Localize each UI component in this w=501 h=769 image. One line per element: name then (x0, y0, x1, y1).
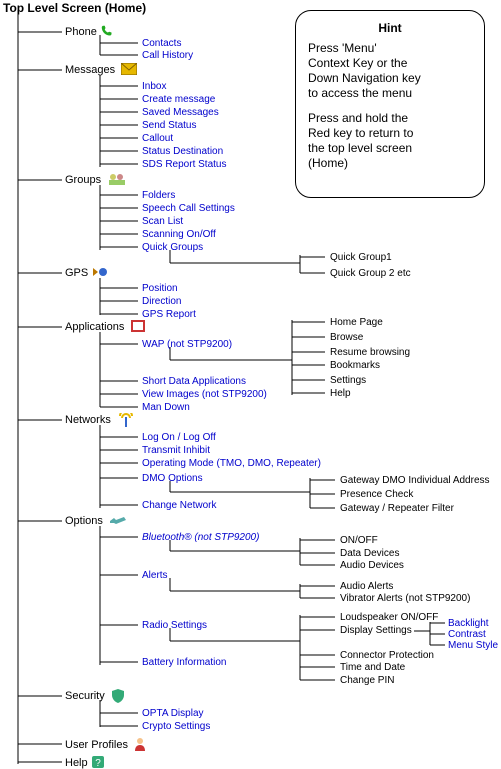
leaf-wap-home: Home Page (330, 317, 383, 329)
link-radio-settings[interactable]: Radio Settings (142, 620, 207, 632)
section-gps[interactable]: GPS (65, 267, 88, 279)
leaf-audio-alerts: Audio Alerts (340, 581, 393, 593)
hint-text-2d: (Home) (308, 156, 472, 171)
link-create-message[interactable]: Create message (142, 94, 215, 106)
leaf-connector-protection: Connector Protection (340, 650, 434, 662)
user-icon (134, 737, 148, 749)
leaf-quick-group-1: Quick Group1 (330, 252, 392, 264)
link-dmo-options[interactable]: DMO Options (142, 473, 203, 485)
section-options[interactable]: Options (65, 515, 103, 527)
hint-text-1a: Press 'Menu' (308, 41, 472, 56)
section-messages[interactable]: Messages (65, 64, 115, 76)
link-folders[interactable]: Folders (142, 190, 175, 202)
link-man-down[interactable]: Man Down (142, 402, 190, 414)
leaf-time-date: Time and Date (340, 662, 405, 674)
satellite-icon (92, 266, 106, 278)
leaf-wap-browse: Browse (330, 332, 363, 344)
link-opta-display[interactable]: OPTA Display (142, 708, 204, 720)
link-quick-groups[interactable]: Quick Groups (142, 242, 203, 254)
link-call-history[interactable]: Call History (142, 50, 193, 62)
section-networks[interactable]: Networks (65, 414, 111, 426)
section-phone[interactable]: Phone (65, 26, 97, 38)
wrench-icon (110, 516, 124, 528)
section-help[interactable]: Help (65, 757, 88, 769)
link-scan-list[interactable]: Scan List (142, 216, 183, 228)
link-inbox[interactable]: Inbox (142, 81, 166, 93)
leaf-wap-settings: Settings (330, 375, 366, 387)
help-icon: ? (92, 756, 106, 768)
hint-box: Hint Press 'Menu' Context Key or the Dow… (295, 10, 485, 198)
section-groups[interactable]: Groups (65, 174, 101, 186)
section-user-profiles[interactable]: User Profiles (65, 739, 128, 751)
link-sds-report[interactable]: SDS Report Status (142, 159, 226, 171)
groups-icon (108, 173, 122, 185)
link-callout[interactable]: Callout (142, 133, 173, 145)
link-send-status[interactable]: Send Status (142, 120, 196, 132)
link-scanning-onoff[interactable]: Scanning On/Off (142, 229, 216, 241)
leaf-menu-style[interactable]: Menu Style (448, 640, 498, 652)
hint-text-1d: to access the menu (308, 86, 472, 101)
link-speech-call-settings[interactable]: Speech Call Settings (142, 203, 235, 215)
apps-icon (131, 320, 145, 332)
section-applications[interactable]: Applications (65, 321, 124, 333)
link-transmit-inhibit[interactable]: Transmit Inhibit (142, 445, 210, 457)
link-view-images[interactable]: View Images (not STP9200) (142, 389, 267, 401)
leaf-vibrator-alerts: Vibrator Alerts (not STP9200) (340, 593, 470, 605)
link-operating-mode[interactable]: Operating Mode (TMO, DMO, Repeater) (142, 458, 321, 470)
leaf-dmo-presence: Presence Check (340, 489, 413, 501)
phone-icon (100, 25, 114, 37)
hint-title: Hint (308, 21, 472, 35)
hint-text-1b: Context Key or the (308, 56, 472, 71)
link-contacts[interactable]: Contacts (142, 38, 181, 50)
leaf-bt-audio: Audio Devices (340, 560, 404, 572)
link-wap[interactable]: WAP (not STP9200) (142, 339, 232, 351)
shield-icon (112, 689, 126, 701)
link-bluetooth[interactable]: Bluetooth® (not STP9200) (142, 532, 259, 544)
envelope-icon (121, 63, 135, 75)
leaf-display-settings: Display Settings (340, 625, 412, 637)
page-title: Top Level Screen (Home) (3, 2, 146, 14)
link-gps-report[interactable]: GPS Report (142, 309, 196, 321)
leaf-bt-data: Data Devices (340, 548, 399, 560)
hint-text-1c: Down Navigation key (308, 71, 472, 86)
hint-text-2a: Press and hold the (308, 111, 472, 126)
svg-text:?: ? (95, 758, 101, 768)
leaf-dmo-filter: Gateway / Repeater Filter (340, 503, 454, 515)
link-crypto-settings[interactable]: Crypto Settings (142, 721, 210, 733)
link-position[interactable]: Position (142, 283, 178, 295)
link-alerts[interactable]: Alerts (142, 570, 168, 582)
antenna-icon (118, 413, 132, 425)
leaf-dmo-gateway-addr: Gateway DMO Individual Address (340, 475, 490, 487)
leaf-loudspeaker: Loudspeaker ON/OFF (340, 612, 438, 624)
hint-text-2c: the top level screen (308, 141, 472, 156)
leaf-quick-group-2: Quick Group 2 etc (330, 268, 411, 280)
leaf-wap-help: Help (330, 388, 351, 400)
link-saved-messages[interactable]: Saved Messages (142, 107, 219, 119)
leaf-wap-resume: Resume browsing (330, 347, 410, 359)
link-change-network[interactable]: Change Network (142, 500, 216, 512)
link-short-data-apps[interactable]: Short Data Applications (142, 376, 246, 388)
leaf-wap-bookmarks: Bookmarks (330, 360, 380, 372)
section-security[interactable]: Security (65, 690, 105, 702)
link-direction[interactable]: Direction (142, 296, 181, 308)
link-status-destination[interactable]: Status Destination (142, 146, 223, 158)
link-logon-logoff[interactable]: Log On / Log Off (142, 432, 216, 444)
link-battery-info[interactable]: Battery Information (142, 657, 226, 669)
leaf-bt-onoff: ON/OFF (340, 535, 378, 547)
leaf-change-pin: Change PIN (340, 675, 394, 687)
hint-text-2b: Red key to return to (308, 126, 472, 141)
